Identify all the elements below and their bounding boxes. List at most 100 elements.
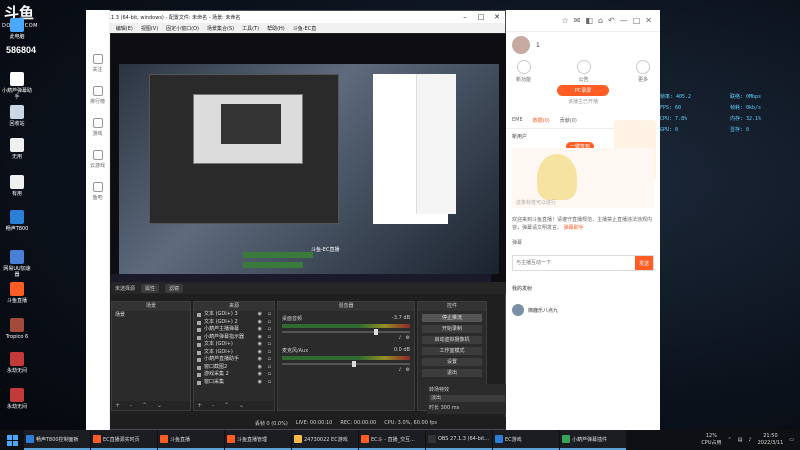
eye-icon[interactable]: ◉ xyxy=(258,319,262,327)
sources-footer[interactable]: + - ⌃ ⌄ xyxy=(194,401,274,410)
tray-arrow-icon[interactable]: ⌃ xyxy=(727,437,731,443)
control-button[interactable]: 工作室模式 xyxy=(422,347,482,355)
maximize-icon[interactable]: □ xyxy=(473,13,489,21)
lock-icon[interactable]: ▫ xyxy=(268,319,271,327)
menu-item[interactable]: 斗鱼-EC直 xyxy=(293,25,316,32)
taskbar-app[interactable]: EC游戏 xyxy=(493,430,559,450)
source-item[interactable]: 文本 (GDI+) ◉ ▫ xyxy=(194,349,274,357)
sidebar-item[interactable]: 排行榜 xyxy=(86,82,109,114)
taskbar-app[interactable]: 斗鱼直播管理 xyxy=(225,430,291,450)
menu-item[interactable]: 场景集合(S) xyxy=(207,25,234,32)
lock-icon[interactable]: ▫ xyxy=(268,341,271,349)
lock-icon[interactable]: ▫ xyxy=(268,364,271,372)
notice-highlight[interactable]: 弹幕助手 xyxy=(564,225,584,231)
lock-icon[interactable]: ▫ xyxy=(268,371,271,379)
scenes-footer[interactable]: + - ⌃ ⌄ xyxy=(112,401,190,410)
source-item[interactable]: 小葫芦弹幕指示器 ◉ ▫ xyxy=(194,334,274,342)
control-button[interactable]: 设置 xyxy=(422,358,482,366)
menu-item[interactable]: 视图(V) xyxy=(141,25,158,32)
sidebar-item[interactable]: 关注 xyxy=(86,50,109,82)
lock-icon[interactable]: ▫ xyxy=(268,326,271,334)
pc-record-button[interactable]: PC录屏 xyxy=(557,85,609,96)
properties-button[interactable]: 属性 xyxy=(141,283,160,293)
send-button[interactable]: 发送 xyxy=(635,256,653,270)
desktop-icon[interactable]: 小葫芦弹幕助手 xyxy=(2,72,32,100)
gear-icon[interactable]: ⚙ xyxy=(406,367,410,373)
desktop-icon[interactable]: 无用 xyxy=(2,138,32,160)
close-icon[interactable]: ✕ xyxy=(489,13,505,21)
volume-slider[interactable] xyxy=(282,329,410,335)
source-item[interactable]: 文本 (GDI+) 3 ◉ ▫ xyxy=(194,311,274,319)
menu-item[interactable]: 工具(T) xyxy=(242,25,259,32)
source-item[interactable]: 游戏采集 2 ◉ ▫ xyxy=(194,371,274,379)
desktop-icon[interactable]: 畅声T800 xyxy=(2,210,32,232)
duration-input[interactable]: 300 ms xyxy=(441,405,460,411)
lock-icon[interactable]: ▫ xyxy=(268,334,271,342)
source-item[interactable]: 文本 (GDI+) ◉ ▫ xyxy=(194,341,274,349)
control-button[interactable]: 开始录制 xyxy=(422,325,482,333)
panel-tab[interactable]: 贡献(0) xyxy=(560,117,577,124)
source-item[interactable]: 窗口采集 ◉ ▫ xyxy=(194,379,274,387)
taskbar-app[interactable]: 24730022 EC游戏 xyxy=(292,430,358,450)
desktop-icon[interactable]: Tropico 6 xyxy=(2,318,32,340)
user-row[interactable]: 御鹿乐八点九 xyxy=(506,294,660,326)
desktop-icon[interactable]: 回收站 xyxy=(2,105,32,127)
window-control-icon[interactable]: ⌂ xyxy=(598,16,603,25)
panel-tab[interactable]: 数据(0) xyxy=(533,117,550,124)
notification-icon[interactable]: ▭ xyxy=(789,437,794,443)
source-item[interactable]: 小葫芦主播弹幕 ◉ ▫ xyxy=(194,326,274,334)
tool-item[interactable]: 更多 xyxy=(635,60,650,83)
volume-slider[interactable] xyxy=(282,361,410,367)
gear-icon[interactable]: ⚙ xyxy=(406,335,410,341)
menu-item[interactable]: 固定小窗口(O) xyxy=(166,25,199,32)
eye-icon[interactable]: ◉ xyxy=(258,334,262,342)
lock-icon[interactable]: ▫ xyxy=(268,356,271,364)
eye-icon[interactable]: ◉ xyxy=(258,349,262,357)
slider-knob[interactable] xyxy=(374,329,379,335)
eye-icon[interactable]: ◉ xyxy=(258,371,262,379)
network-icon[interactable]: ▤ xyxy=(738,437,743,443)
sidebar-item[interactable]: 游戏 xyxy=(86,114,109,146)
window-control-icon[interactable]: ✉ xyxy=(574,16,581,25)
slider-knob[interactable] xyxy=(352,361,357,367)
taskbar-app[interactable]: EC斗 - 直播_交互... xyxy=(359,430,425,450)
sidebar-item[interactable]: 鱼吧 xyxy=(86,178,109,210)
clock[interactable]: 21:50 2022/3/11 xyxy=(758,433,784,447)
source-item[interactable]: 窗口截图2 ◉ ▫ xyxy=(194,364,274,372)
control-button[interactable]: 退出 xyxy=(422,369,482,377)
tool-item[interactable]: 新功能 xyxy=(516,60,531,83)
desktop-icon[interactable]: 斗鱼直播 xyxy=(2,282,32,304)
window-control-icon[interactable]: ☆ xyxy=(562,16,569,25)
window-control-icon[interactable]: ✕ xyxy=(645,16,652,25)
avatar[interactable] xyxy=(512,36,530,54)
window-control-icon[interactable]: □ xyxy=(633,16,641,25)
lock-icon[interactable]: ▫ xyxy=(268,349,271,357)
eye-icon[interactable]: ◉ xyxy=(258,379,262,387)
source-item[interactable]: 小葫芦直播助手 ◉ ▫ xyxy=(194,356,274,364)
control-button[interactable]: 启动虚拟摄像机 xyxy=(422,336,482,344)
taskbar-app[interactable]: 斗鱼直播 xyxy=(158,430,224,450)
desktop-icon[interactable]: 网易UU加速器 xyxy=(2,250,32,278)
desktop-icon[interactable]: 此电脑 xyxy=(2,18,32,40)
transition-select[interactable]: 淡出 xyxy=(429,395,505,402)
window-control-icon[interactable]: — xyxy=(620,16,628,25)
control-button[interactable]: 停止推流 xyxy=(422,314,482,322)
minimize-icon[interactable]: – xyxy=(457,13,473,21)
taskbar-app[interactable]: 畅声T800控制面板 xyxy=(24,430,90,450)
desktop-icon[interactable]: 有用 xyxy=(2,175,32,197)
chat-input[interactable] xyxy=(513,256,635,270)
eye-icon[interactable]: ◉ xyxy=(258,356,262,364)
eye-icon[interactable]: ◉ xyxy=(258,341,262,349)
volume-icon[interactable]: ♪ xyxy=(748,437,751,443)
filters-button[interactable]: 滤镜 xyxy=(165,283,184,293)
menu-item[interactable]: 编辑(E) xyxy=(116,25,133,32)
source-item[interactable]: 文本 (GDI+) 2 ◉ ▫ xyxy=(194,319,274,327)
desktop-icon[interactable]: 永劫无间 xyxy=(2,352,32,374)
window-control-icon[interactable]: ◧ xyxy=(585,16,593,25)
eye-icon[interactable]: ◉ xyxy=(258,364,262,372)
tool-item[interactable]: 公告 xyxy=(576,60,591,83)
taskbar-app[interactable]: OBS 27.1.3 (64-bit... xyxy=(426,430,492,450)
eye-icon[interactable]: ◉ xyxy=(258,311,262,319)
window-control-icon[interactable]: ↶ xyxy=(608,16,615,25)
menu-item[interactable]: 帮助(H) xyxy=(267,25,285,32)
